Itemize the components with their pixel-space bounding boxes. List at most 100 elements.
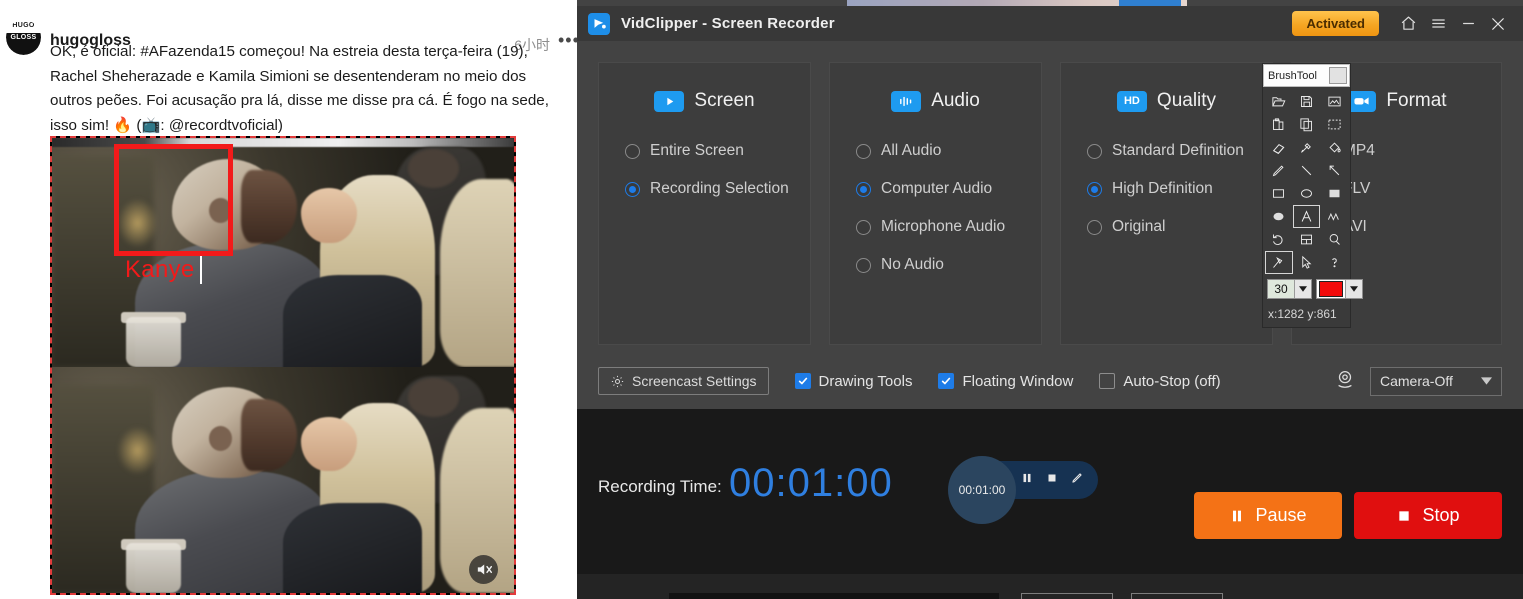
paint-bucket-icon[interactable] xyxy=(1320,136,1348,159)
watermark-icon[interactable] xyxy=(1293,228,1321,251)
titlebar-controls: Activated xyxy=(1292,9,1523,39)
panel-audio-title: Audio xyxy=(931,90,980,111)
radio-recording-selection[interactable] xyxy=(625,181,640,197)
rectangle-icon[interactable] xyxy=(1265,182,1293,205)
radio-all-audio[interactable] xyxy=(856,143,871,159)
brush-color-select[interactable] xyxy=(1316,279,1363,299)
home-glyph xyxy=(1401,16,1415,30)
radio-computer-audio[interactable] xyxy=(856,181,871,197)
drawing-tools-checkbox[interactable] xyxy=(794,373,811,389)
option-original[interactable]: Original xyxy=(1061,208,1272,246)
camera-area: Camera-Off xyxy=(1334,366,1502,396)
arrow-icon[interactable] xyxy=(1320,159,1348,182)
option-computer-audio[interactable]: Computer Audio xyxy=(830,170,1041,208)
home-icon[interactable] xyxy=(1393,9,1423,39)
brush-tool-titlebar[interactable]: BrushTool xyxy=(1263,64,1350,87)
magnifier-icon[interactable] xyxy=(1320,228,1348,251)
pin-tool-icon[interactable] xyxy=(1265,251,1293,274)
insert-image-icon[interactable] xyxy=(1320,90,1348,113)
floating-recorder-widget[interactable]: 00:01:00 xyxy=(948,456,1098,524)
text-tool-icon[interactable] xyxy=(1292,205,1321,228)
minimize-icon[interactable] xyxy=(1453,9,1483,39)
radio-no-audio[interactable] xyxy=(856,257,871,273)
glyph xyxy=(1273,118,1284,130)
logo-glyph xyxy=(594,19,606,29)
radio-entire-screen[interactable] xyxy=(625,143,640,159)
copy-icon[interactable] xyxy=(1293,113,1321,136)
option-all-audio[interactable]: All Audio xyxy=(830,132,1041,170)
paste-icon[interactable] xyxy=(1265,113,1293,136)
camera-select[interactable]: Camera-Off xyxy=(1370,366,1502,396)
camera-select-value: Camera-Off xyxy=(1380,373,1453,389)
close-icon[interactable] xyxy=(1483,9,1513,39)
option-recording-selection[interactable]: Recording Selection xyxy=(599,170,810,208)
chevron-down-icon[interactable] xyxy=(1345,280,1362,298)
auto-stop-checkbox-item[interactable]: Auto-Stop (off) xyxy=(1099,373,1221,390)
auto-stop-checkbox[interactable] xyxy=(1099,373,1116,389)
stop-button[interactable]: Stop xyxy=(1354,492,1502,539)
polyline-icon[interactable] xyxy=(1320,205,1348,228)
undo-icon[interactable] xyxy=(1265,228,1293,251)
drawing-tools-checkbox-item[interactable]: Drawing Tools xyxy=(794,373,912,390)
recording-selection-region[interactable]: Kanye xyxy=(50,136,516,595)
eyedropper-icon[interactable] xyxy=(1293,136,1321,159)
option-high-definition[interactable]: High Definition xyxy=(1061,170,1272,208)
help-icon[interactable] xyxy=(1320,251,1348,274)
cursor-arrow-icon[interactable] xyxy=(1293,251,1321,274)
glyph xyxy=(1328,96,1341,107)
floating-edit-button[interactable] xyxy=(1070,471,1084,490)
hamburger-menu-icon[interactable] xyxy=(1423,9,1453,39)
mute-icon[interactable] xyxy=(469,555,498,584)
floating-widget-timer[interactable]: 00:01:00 xyxy=(948,456,1016,524)
pause-button[interactable]: Pause xyxy=(1194,492,1342,539)
floating-window-label: Floating Window xyxy=(962,372,1074,390)
option-microphone-audio[interactable]: Microphone Audio xyxy=(830,208,1041,246)
color-swatch[interactable] xyxy=(1319,281,1343,297)
radio-standard-definition[interactable] xyxy=(1087,143,1102,159)
scene-woman-face xyxy=(301,416,357,471)
minimize-glyph xyxy=(1462,22,1474,25)
output-path-field[interactable]: C:/Users/MLoong/Desktop/VidClipper xyxy=(669,593,1000,599)
scene-person-back-head xyxy=(407,149,459,189)
directory-button[interactable]: Directory xyxy=(1021,592,1114,599)
brush-tool-close-button[interactable] xyxy=(1329,67,1347,84)
floating-pause-button[interactable] xyxy=(1020,471,1034,490)
avatar[interactable]: HUGO GLOSS xyxy=(6,20,41,55)
glyph xyxy=(1301,189,1312,198)
option-no-audio[interactable]: No Audio xyxy=(830,246,1041,284)
glyph xyxy=(1301,96,1312,107)
filled-ellipse-icon[interactable] xyxy=(1265,205,1293,228)
chevron-down-icon[interactable] xyxy=(1294,280,1311,298)
eraser-icon[interactable] xyxy=(1265,136,1293,159)
output-row: Output C:/Users/MLoong/Desktop/VidClippe… xyxy=(577,574,1523,599)
annotation-text-label[interactable]: Kanye xyxy=(125,256,195,284)
floating-window-checkbox-item[interactable]: Floating Window xyxy=(938,373,1073,390)
line-icon[interactable] xyxy=(1293,159,1321,182)
filled-rectangle-icon[interactable] xyxy=(1320,182,1348,205)
floating-window-checkbox[interactable] xyxy=(938,373,955,389)
open-button[interactable]: Open xyxy=(1131,592,1224,599)
select-rectangle-icon[interactable] xyxy=(1320,113,1348,136)
radio-original[interactable] xyxy=(1087,219,1102,235)
radio-microphone-audio[interactable] xyxy=(856,219,871,235)
floating-stop-button[interactable] xyxy=(1045,471,1059,490)
option-standard-definition[interactable]: Standard Definition xyxy=(1061,132,1272,170)
brush-size-select[interactable]: 30 xyxy=(1267,279,1312,299)
webcam-icon[interactable] xyxy=(1334,368,1356,395)
open-folder-icon[interactable] xyxy=(1265,90,1293,113)
save-floppy-icon[interactable] xyxy=(1293,90,1321,113)
panel-quality: HD Quality Standard Definition High Defi… xyxy=(1060,62,1273,345)
glyph xyxy=(1273,189,1285,198)
annotation-rectangle[interactable] xyxy=(114,144,233,256)
radio-high-definition[interactable] xyxy=(1087,181,1102,197)
brush-tool-palette[interactable]: BrushTool 30 x:1282 y:861 xyxy=(1262,63,1363,328)
screencast-settings-button[interactable]: Screencast Settings xyxy=(598,367,769,395)
activated-badge[interactable]: Activated xyxy=(1292,11,1379,36)
ellipse-icon[interactable] xyxy=(1293,182,1321,205)
screenshot-root: HUGO GLOSS hugogloss 6小时 ••• OK, é ofici… xyxy=(0,0,1523,599)
pencil-icon[interactable] xyxy=(1265,159,1293,182)
check-icon xyxy=(798,377,807,385)
glyph xyxy=(1302,255,1312,269)
recording-time-value: 00:01:00 xyxy=(729,461,893,505)
option-entire-screen[interactable]: Entire Screen xyxy=(599,132,810,170)
